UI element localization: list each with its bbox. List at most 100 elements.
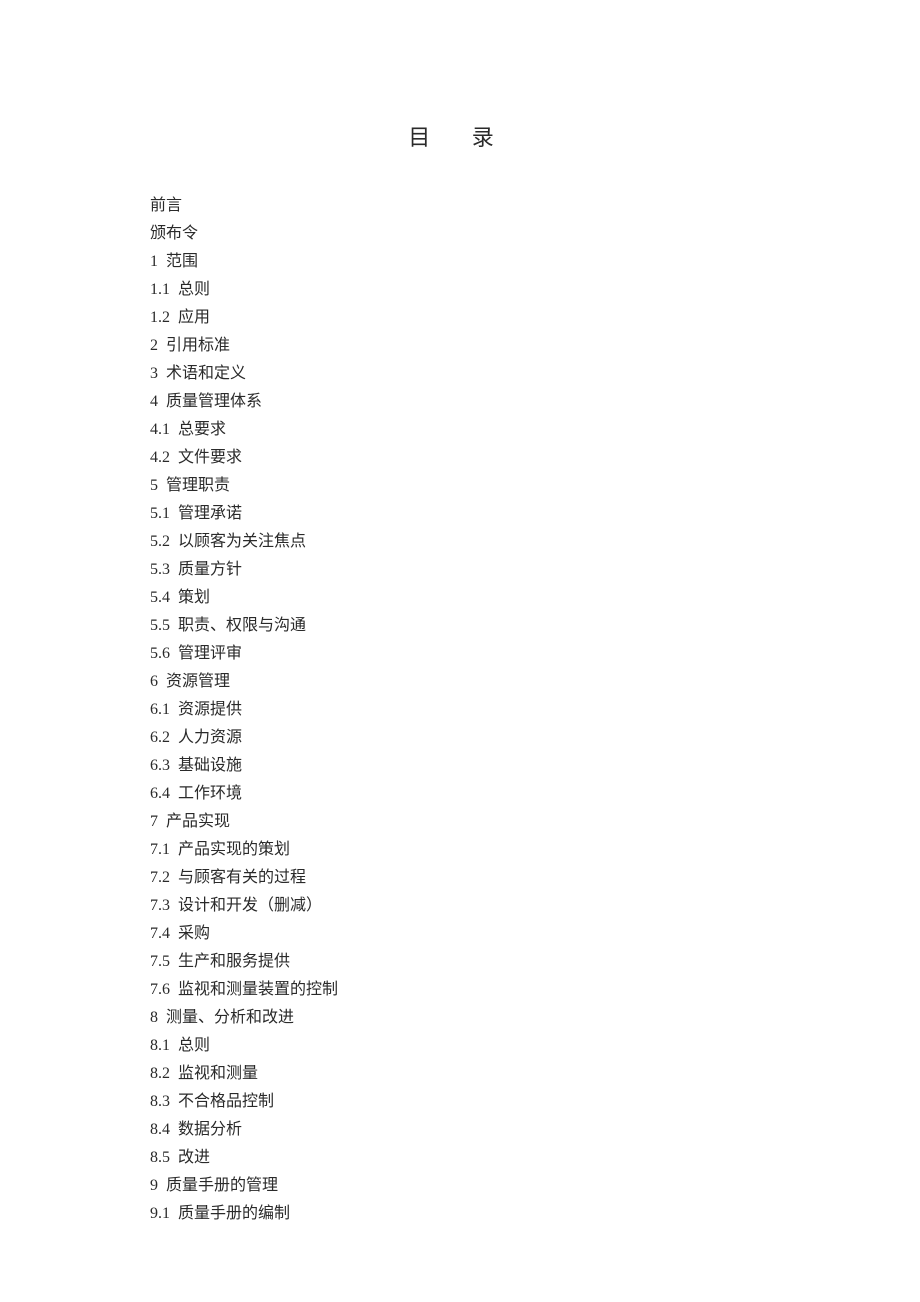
toc-entry-label: 总则 <box>178 281 210 298</box>
toc-entry: 7.1 产品实现的策划 <box>150 836 770 864</box>
toc-entry-label: 总要求 <box>178 421 226 438</box>
toc-entry-label: 前言 <box>150 197 182 214</box>
toc-entry-label: 产品实现 <box>166 813 230 830</box>
toc-entry-number: 6 <box>150 673 158 690</box>
toc-entry-label: 采购 <box>178 925 210 942</box>
toc-entry-label: 产品实现的策划 <box>178 841 290 858</box>
toc-entry: 7.5 生产和服务提供 <box>150 948 770 976</box>
toc-entry: 3 术语和定义 <box>150 360 770 388</box>
toc-entry-label: 管理承诺 <box>178 505 242 522</box>
toc-entry-label: 质量手册的管理 <box>166 1177 278 1194</box>
toc-entry-number: 2 <box>150 337 158 354</box>
toc-entry-label: 颁布令 <box>150 225 198 242</box>
toc-entry-label: 基础设施 <box>178 757 242 774</box>
toc-entry-number: 6.4 <box>150 785 170 802</box>
toc-entry-label: 总则 <box>178 1037 210 1054</box>
toc-entry-label: 引用标准 <box>166 337 230 354</box>
toc-entry: 8 测量、分析和改进 <box>150 1004 770 1032</box>
document-page: 目 录 前言颁布令1 范围1.1 总则1.2 应用2 引用标准3 术语和定义4 … <box>0 0 920 1228</box>
toc-entry: 6.3 基础设施 <box>150 752 770 780</box>
toc-entry: 8.3 不合格品控制 <box>150 1088 770 1116</box>
toc-entry-number: 5.5 <box>150 617 170 634</box>
toc-entry: 7.2 与顾客有关的过程 <box>150 864 770 892</box>
toc-entry-label: 策划 <box>178 589 210 606</box>
toc-entry: 8.4 数据分析 <box>150 1116 770 1144</box>
toc-entry-number: 8.4 <box>150 1121 170 1138</box>
toc-entry-number: 8.2 <box>150 1065 170 1082</box>
toc-entry-number: 6.3 <box>150 757 170 774</box>
toc-entry-number: 8.1 <box>150 1037 170 1054</box>
toc-entry-label: 质量管理体系 <box>166 393 262 410</box>
toc-entry-label: 改进 <box>178 1149 210 1166</box>
toc-entry-number: 8.5 <box>150 1149 170 1166</box>
toc-entry: 5.5 职责、权限与沟通 <box>150 612 770 640</box>
toc-entry: 5.6 管理评审 <box>150 640 770 668</box>
toc-entry-number: 9 <box>150 1177 158 1194</box>
toc-entry-label: 数据分析 <box>178 1121 242 1138</box>
toc-entry-number: 1.2 <box>150 309 170 326</box>
toc-entry-label: 质量方针 <box>178 561 242 578</box>
toc-entry-number: 9.1 <box>150 1205 170 1222</box>
toc-entry-label: 测量、分析和改进 <box>166 1009 294 1026</box>
toc-entry-number: 1.1 <box>150 281 170 298</box>
toc-entry: 8.2 监视和测量 <box>150 1060 770 1088</box>
toc-entry-number: 5.6 <box>150 645 170 662</box>
toc-entry: 9.1 质量手册的编制 <box>150 1200 770 1228</box>
toc-entry-label: 资源管理 <box>166 673 230 690</box>
toc-entry: 颁布令 <box>150 220 770 248</box>
toc-entry: 7 产品实现 <box>150 808 770 836</box>
toc-entry-number: 4 <box>150 393 158 410</box>
toc-entry: 5.4 策划 <box>150 584 770 612</box>
page-title: 目 录 <box>150 120 770 152</box>
toc-entry: 1 范围 <box>150 248 770 276</box>
toc-entry-label: 监视和测量装置的控制 <box>178 981 338 998</box>
toc-entry: 5.1 管理承诺 <box>150 500 770 528</box>
toc-entry-label: 生产和服务提供 <box>178 953 290 970</box>
toc-entry-number: 1 <box>150 253 158 270</box>
toc-entry-number: 5.1 <box>150 505 170 522</box>
toc-entry-number: 7.5 <box>150 953 170 970</box>
toc-entry: 5 管理职责 <box>150 472 770 500</box>
toc-entry-number: 5.2 <box>150 533 170 550</box>
toc-entry-label: 职责、权限与沟通 <box>178 617 306 634</box>
toc-entry-number: 8.3 <box>150 1093 170 1110</box>
toc-entry-number: 7.4 <box>150 925 170 942</box>
toc-entry-number: 7 <box>150 813 158 830</box>
toc-entry-label: 设计和开发（删减） <box>178 897 322 914</box>
toc-entry: 1.1 总则 <box>150 276 770 304</box>
toc-entry: 6.2 人力资源 <box>150 724 770 752</box>
toc-entry-number: 5 <box>150 477 158 494</box>
toc-entry: 4 质量管理体系 <box>150 388 770 416</box>
toc-entry-label: 资源提供 <box>178 701 242 718</box>
toc-entry-number: 4.2 <box>150 449 170 466</box>
toc-entry-label: 人力资源 <box>178 729 242 746</box>
toc-entry: 5.2 以顾客为关注焦点 <box>150 528 770 556</box>
table-of-contents: 前言颁布令1 范围1.1 总则1.2 应用2 引用标准3 术语和定义4 质量管理… <box>150 192 770 1228</box>
toc-entry-number: 7.1 <box>150 841 170 858</box>
toc-entry: 前言 <box>150 192 770 220</box>
toc-entry-label: 管理职责 <box>166 477 230 494</box>
toc-entry-label: 术语和定义 <box>166 365 246 382</box>
toc-entry: 4.1 总要求 <box>150 416 770 444</box>
toc-entry-number: 7.2 <box>150 869 170 886</box>
toc-entry-label: 范围 <box>166 253 198 270</box>
toc-entry-label: 文件要求 <box>178 449 242 466</box>
toc-entry-number: 8 <box>150 1009 158 1026</box>
toc-entry-label: 工作环境 <box>178 785 242 802</box>
toc-entry-number: 5.3 <box>150 561 170 578</box>
toc-entry-number: 6.1 <box>150 701 170 718</box>
toc-entry-number: 5.4 <box>150 589 170 606</box>
toc-entry-number: 7.6 <box>150 981 170 998</box>
toc-entry-label: 与顾客有关的过程 <box>178 869 306 886</box>
toc-entry: 1.2 应用 <box>150 304 770 332</box>
toc-entry-label: 管理评审 <box>178 645 242 662</box>
toc-entry: 6.4 工作环境 <box>150 780 770 808</box>
toc-entry-label: 监视和测量 <box>178 1065 258 1082</box>
toc-entry-number: 3 <box>150 365 158 382</box>
toc-entry-label: 以顾客为关注焦点 <box>178 533 306 550</box>
toc-entry-label: 应用 <box>178 309 210 326</box>
toc-entry: 7.4 采购 <box>150 920 770 948</box>
toc-entry: 5.3 质量方针 <box>150 556 770 584</box>
toc-entry-label: 不合格品控制 <box>178 1093 274 1110</box>
toc-entry: 7.3 设计和开发（删减） <box>150 892 770 920</box>
